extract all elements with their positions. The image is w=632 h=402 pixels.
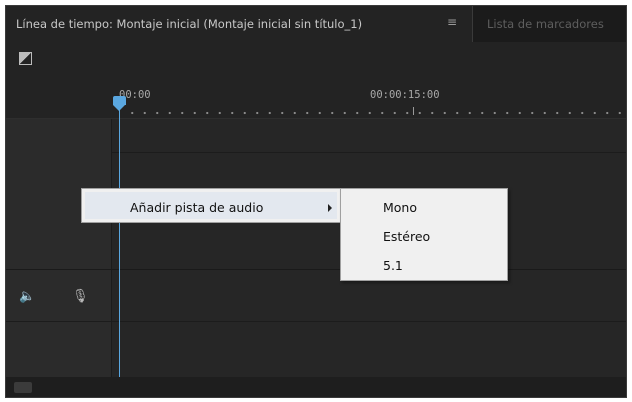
audio-track-headers — [6, 269, 112, 377]
tab-bar: Línea de tiempo: Montaje inicial (Montaj… — [6, 6, 626, 42]
horizontal-scrollbar[interactable] — [6, 377, 626, 397]
context-menu: Añadir pista de audio — [81, 188, 341, 223]
playhead-line[interactable] — [119, 102, 120, 377]
timecode-mid: 00:00:15:00 — [370, 89, 440, 101]
tab-markers[interactable]: Lista de marcadores — [472, 6, 626, 42]
ruler-major-tick — [413, 107, 414, 115]
timeline-toolbar — [6, 42, 626, 78]
submenu-arrow-icon — [328, 204, 332, 212]
context-menu-item-add-audio-track[interactable]: Añadir pista de audio — [85, 192, 337, 219]
track-divider — [112, 152, 626, 153]
submenu-item-5-1[interactable]: 5.1 — [383, 258, 403, 273]
playhead-handle[interactable] — [113, 96, 126, 111]
track-divider — [6, 321, 626, 322]
submenu-item-stereo[interactable]: Estéreo — [383, 229, 430, 244]
submenu: Mono Estéreo 5.1 — [340, 188, 508, 281]
scrollbar-thumb[interactable] — [14, 382, 32, 393]
time-ruler[interactable]: 00:00 00:00:15:00 — [6, 78, 626, 119]
tab-markers-label: Lista de marcadores — [487, 17, 604, 31]
nest-sequence-icon[interactable] — [19, 52, 32, 65]
tab-timeline[interactable]: Línea de tiempo: Montaje inicial (Montaj… — [6, 6, 472, 42]
context-menu-item-label: Añadir pista de audio — [130, 200, 264, 215]
panel-menu-icon[interactable]: ≡ — [447, 15, 457, 29]
microphone-icon[interactable]: 🎙 — [72, 289, 89, 304]
tab-timeline-label: Línea de tiempo: Montaje inicial (Montaj… — [16, 17, 363, 31]
submenu-item-mono[interactable]: Mono — [383, 200, 417, 215]
speaker-icon[interactable]: 🔈 — [19, 289, 35, 304]
ruler-ticks — [126, 111, 626, 115]
